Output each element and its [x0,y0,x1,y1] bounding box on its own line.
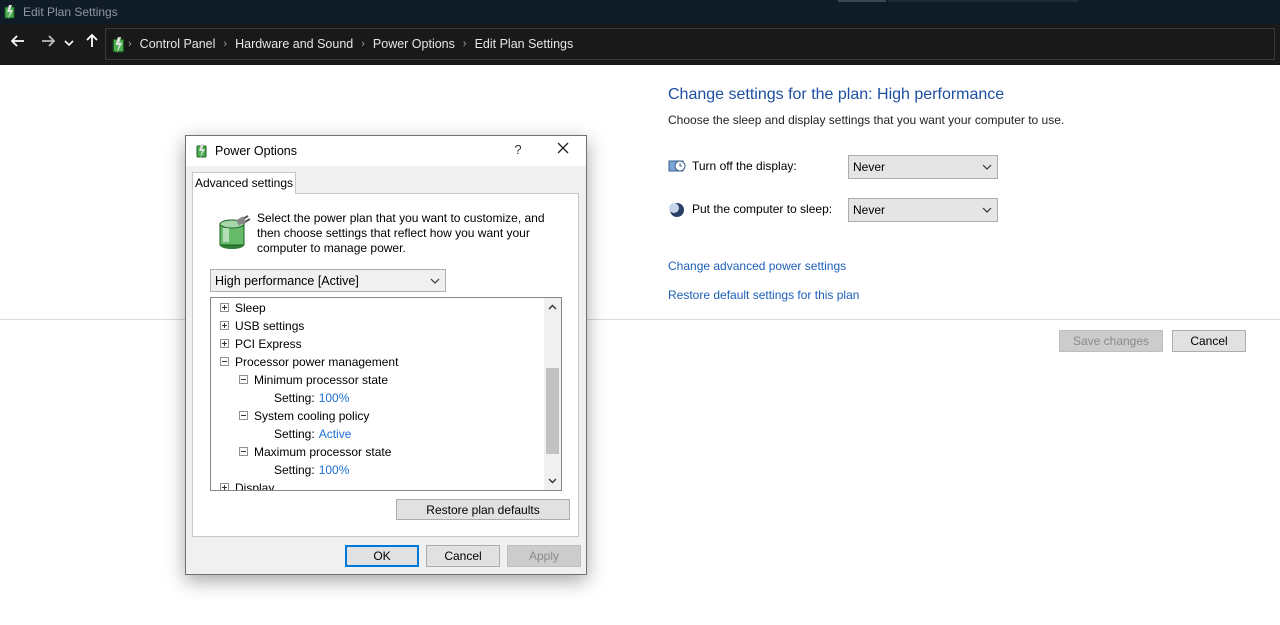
tree-item-label: System cooling policy [254,409,370,423]
navigation-bar: › Control Panel › Hardware and Sound › P… [0,24,1280,65]
up-button[interactable] [82,33,102,54]
tree-scrollbar[interactable] [544,298,561,490]
power-options-icon [112,37,125,53]
tree-item-label: PCI Express [235,337,302,351]
settings-tree[interactable]: Sleep USB settings PCI Express Processor… [210,297,562,491]
dialog-title-bar[interactable]: Power Options ? [186,136,586,166]
address-bar[interactable]: › Control Panel › Hardware and Sound › P… [105,28,1275,60]
collapse-minus-icon[interactable] [239,375,248,384]
collapse-minus-icon[interactable] [220,357,229,366]
setting-value[interactable]: Active [319,427,352,441]
collapse-minus-icon[interactable] [239,447,248,456]
restore-plan-defaults-button[interactable]: Restore plan defaults [396,499,570,520]
tree-item-label: Processor power management [235,355,399,369]
chevron-down-icon [982,164,992,170]
divider-line [0,319,185,320]
up-arrow-icon [86,33,98,47]
breadcrumb-hardware-and-sound[interactable]: Hardware and Sound [227,37,361,51]
power-options-icon [196,144,207,158]
forward-button[interactable] [38,34,58,54]
advanced-settings-link[interactable]: Change advanced power settings [668,259,846,273]
title-bar: Edit Plan Settings [0,0,1280,24]
dialog-instructions: Select the power plan that you want to c… [257,211,545,255]
chevron-down-icon[interactable] [548,476,557,485]
expand-plus-icon[interactable] [220,339,229,348]
advanced-settings-panel: Select the power plan that you want to c… [192,193,579,537]
monitor-clock-icon [668,160,686,172]
back-button[interactable] [8,34,28,54]
tree-item-label: Sleep [235,301,266,315]
expand-plus-icon[interactable] [220,321,229,330]
save-changes-button[interactable]: Save changes [1059,330,1163,352]
recent-locations-button[interactable] [62,34,76,54]
display-timeout-value: Never [853,160,886,174]
power-plan-value: High performance [Active] [215,274,359,288]
chevron-down-icon [430,278,440,284]
sleep-label: Put the computer to sleep: [692,202,833,216]
tree-item-label: Display [235,481,275,491]
sleep-timeout-value: Never [853,203,886,217]
taskbar-strip-secondary [888,0,1078,2]
breadcrumb-edit-plan-settings[interactable]: Edit Plan Settings [467,37,582,51]
page-title: Change settings for the plan: High perfo… [668,86,1005,103]
cancel-button[interactable]: Cancel [1172,330,1246,352]
setting-label: Setting: [274,391,315,405]
close-icon [557,142,569,154]
close-button[interactable] [548,141,578,161]
dialog-cancel-button[interactable]: Cancel [426,545,500,567]
breadcrumb: › Control Panel › Hardware and Sound › P… [128,29,581,59]
power-options-dialog: Power Options ? Advanced settings Select… [185,135,587,575]
chevron-up-icon[interactable] [548,303,557,312]
expand-plus-icon[interactable] [220,483,229,491]
dialog-title: Power Options [215,144,297,158]
apply-button[interactable]: Apply [507,545,581,567]
chevron-down-icon [982,207,992,213]
tree-item-label: USB settings [235,319,305,333]
window-title: Edit Plan Settings [23,5,118,19]
setting-value[interactable]: 100% [319,463,350,477]
restore-defaults-link[interactable]: Restore default settings for this plan [668,288,859,302]
divider-line [587,319,1280,320]
power-options-icon [4,5,15,19]
ok-button[interactable]: OK [345,545,419,567]
page-subtitle: Choose the sleep and display settings th… [668,113,1065,127]
sleep-timeout-select[interactable]: Never [848,198,998,222]
setting-label: Setting: [274,427,315,441]
setting-label: Setting: [274,463,315,477]
moon-icon [669,203,684,217]
breadcrumb-control-panel[interactable]: Control Panel [132,37,224,51]
taskbar-strip [838,0,886,2]
tree-item-label: Maximum processor state [254,445,392,459]
battery-plug-icon [219,215,251,249]
scrollbar-thumb[interactable] [546,368,559,454]
collapse-minus-icon[interactable] [239,411,248,420]
chevron-down-icon [64,40,74,47]
help-button[interactable]: ? [503,142,533,162]
setting-value[interactable]: 100% [319,391,350,405]
tab-advanced-settings[interactable]: Advanced settings [192,172,296,194]
expand-plus-icon[interactable] [220,303,229,312]
power-plan-select[interactable]: High performance [Active] [210,269,446,292]
display-timeout-select[interactable]: Never [848,155,998,179]
display-label: Turn off the display: [692,159,797,173]
forward-arrow-icon [42,35,56,47]
back-arrow-icon [10,35,24,47]
breadcrumb-power-options[interactable]: Power Options [365,37,463,51]
tree-item-label: Minimum processor state [254,373,389,387]
